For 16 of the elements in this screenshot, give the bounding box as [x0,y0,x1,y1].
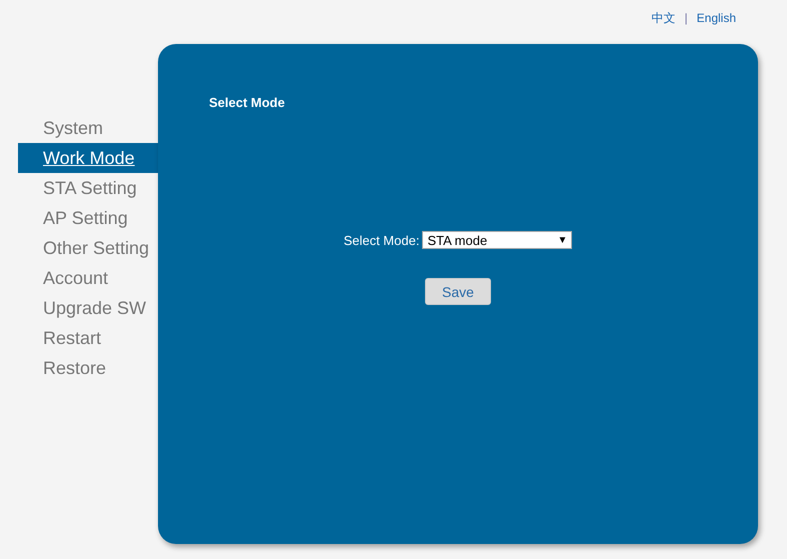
sidebar-item[interactable]: STA Setting [18,173,158,203]
sidebar-item[interactable]: Work Mode [18,143,158,173]
sidebar-item[interactable]: Other Setting [18,233,158,263]
separator: | [684,11,688,25]
sidebar-item[interactable]: Account [18,263,158,293]
sidebar-item[interactable]: System [18,113,158,143]
save-button[interactable]: Save [425,278,491,305]
panel-title: Select Mode [209,95,286,110]
sidebar-item[interactable]: Restore [18,353,158,383]
language-link[interactable]: 中文 [652,10,676,26]
mode-select[interactable]: STA mode ▼ [422,231,572,249]
sidebar-item[interactable]: Upgrade SW [18,293,158,323]
sidebar-item[interactable]: Restart [18,323,158,353]
sidebar-item[interactable]: AP Setting [18,203,158,233]
field-label: Select Mode: [344,232,420,248]
language-link[interactable]: English [696,11,736,25]
